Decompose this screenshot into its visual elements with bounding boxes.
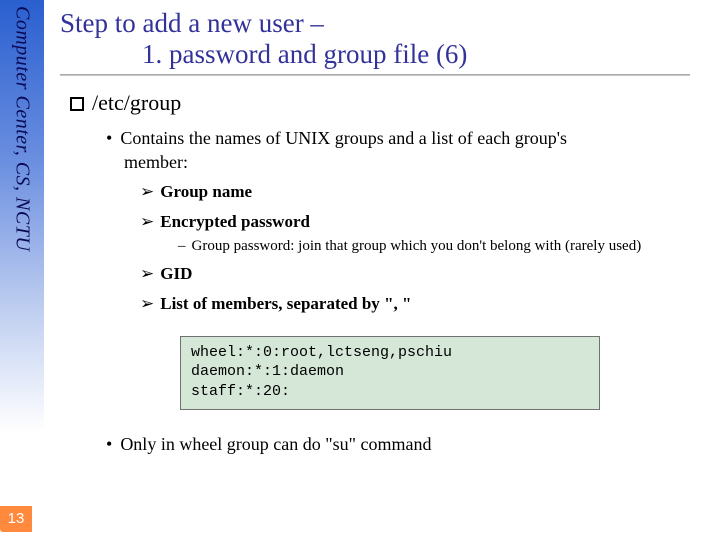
slide-root: Computer Center, CS, NCTU 13 Step to add…: [0, 0, 720, 540]
title-line2: 1. password and group file (6): [60, 39, 710, 70]
slide-body: /etc/group • Contains the names of UNIX g…: [60, 90, 710, 455]
sidebar-label: Computer Center, CS, NCTU: [11, 6, 34, 251]
field-encrypted-password: ➢ Encrypted password: [140, 209, 710, 235]
dot-bullet-icon: •: [106, 434, 112, 454]
code-example: wheel:*:0:root,lctseng,pschiu daemon:*:1…: [180, 336, 600, 411]
dash-bullet-icon: –: [178, 238, 186, 254]
field-text-prefix: List of members, separated by: [160, 294, 384, 313]
field-text: GID: [160, 264, 192, 283]
field-text-quote: ", ": [384, 294, 411, 313]
bullet-level2-wheel: • Only in wheel group can do "su" command: [106, 434, 710, 455]
field-text: Encrypted password: [160, 212, 310, 231]
lvl2a-text2: member:: [124, 152, 188, 172]
arrow-bullet-icon: ➢: [140, 264, 154, 283]
arrow-bullet-icon: ➢: [140, 212, 154, 231]
sub-text: Group password: join that group which yo…: [192, 238, 642, 254]
content-area: Step to add a new user – 1. password and…: [60, 0, 710, 455]
page-number: 13: [0, 506, 32, 532]
field-password-sub: –Group password: join that group which y…: [178, 237, 710, 257]
slide-title: Step to add a new user – 1. password and…: [60, 8, 710, 70]
lvl2b-text: Only in wheel group can do "su" command: [120, 434, 431, 454]
field-text: Group name: [160, 182, 252, 201]
square-bullet-icon: [70, 97, 84, 111]
lvl1-text: /etc/group: [92, 90, 181, 115]
field-gid: ➢ GID: [140, 261, 710, 287]
sidebar-band: Computer Center, CS, NCTU: [0, 0, 44, 540]
arrow-bullet-icon: ➢: [140, 294, 154, 313]
title-underline: [60, 74, 690, 76]
lvl2a-text1: Contains the names of UNIX groups and a …: [120, 128, 567, 148]
field-members: ➢ List of members, separated by ", ": [140, 291, 710, 317]
arrow-bullet-icon: ➢: [140, 182, 154, 201]
field-group-name: ➢ Group name: [140, 179, 710, 205]
bullet-level2-contains: • Contains the names of UNIX groups and a…: [106, 126, 710, 175]
title-line1: Step to add a new user –: [60, 8, 324, 38]
dot-bullet-icon: •: [106, 128, 112, 148]
bullet-level1: /etc/group: [70, 90, 710, 116]
